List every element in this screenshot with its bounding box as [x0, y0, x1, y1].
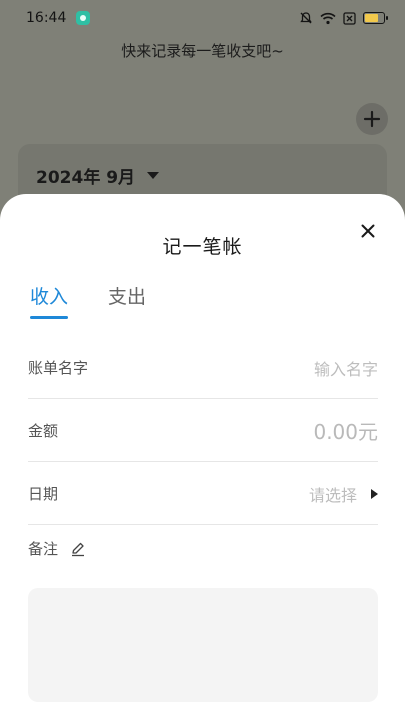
mute-icon [300, 12, 312, 24]
add-record-button[interactable] [356, 103, 388, 135]
caret-down-icon [147, 172, 160, 179]
date-picker[interactable]: 请选择 [309, 482, 378, 506]
wifi-icon [320, 12, 336, 24]
amount-label: 金额 [28, 422, 59, 440]
note-input[interactable] [28, 588, 378, 702]
date-placeholder: 请选择 [308, 485, 357, 505]
pencil-icon [72, 542, 85, 556]
sim-x-icon [343, 11, 356, 25]
status-bar: 16:44 [0, 0, 405, 36]
status-time: 16:44 [26, 10, 67, 26]
tab-expense[interactable]: 支出 [108, 282, 146, 319]
month-picker[interactable]: 2024年 9月 [36, 163, 160, 188]
amount-row[interactable]: 金额 0.00元 [28, 400, 378, 462]
close-icon [361, 224, 375, 238]
app-notification-icon [76, 11, 91, 25]
status-icons [299, 11, 388, 25]
name-row[interactable]: 账单名字 输入名字 [28, 337, 378, 399]
plus-icon [363, 110, 381, 128]
note-header: 备注 [28, 538, 86, 559]
play-arrow-icon [371, 488, 378, 499]
slogan-text: 快来记录每一笔收支吧~ [121, 42, 284, 60]
name-input[interactable]: 输入名字 [314, 356, 378, 380]
date-row[interactable]: 日期 请选择 [28, 463, 378, 525]
battery-icon [363, 12, 388, 24]
month-label: 2024年 9月 [36, 168, 136, 188]
sheet-title: 记一笔帐 [162, 236, 243, 258]
close-button[interactable] [357, 220, 379, 242]
type-tabs: 收入 支出 [30, 282, 146, 319]
note-field[interactable] [28, 588, 378, 702]
tab-income[interactable]: 收入 [30, 282, 69, 319]
add-record-sheet: 记一笔帐 收入 支出 账单名字 输入名字 金额 0.00元 日期 请选择 备注 [0, 194, 405, 720]
amount-input[interactable]: 0.00元 [313, 416, 378, 445]
note-label: 备注 [28, 540, 59, 558]
date-label: 日期 [28, 485, 59, 503]
name-label: 账单名字 [28, 359, 89, 377]
